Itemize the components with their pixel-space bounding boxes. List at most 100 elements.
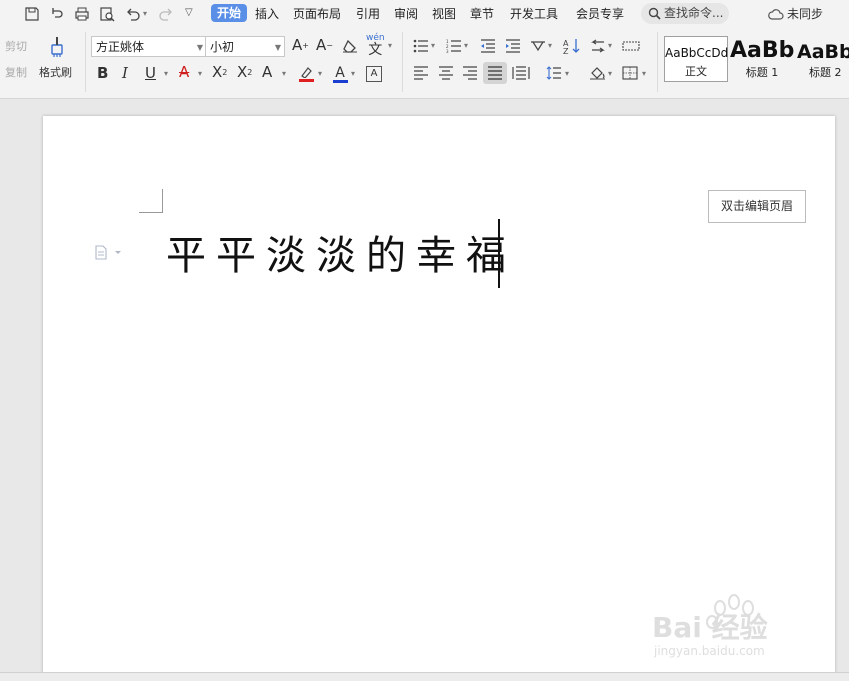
sync-status-label: 未同步 [787,7,824,21]
baidu-watermark: Bai 经验 jingyan.baidu.com [650,588,810,668]
font-color-dropdown-icon[interactable]: ▾ [351,70,355,78]
format-painter-icon[interactable] [45,34,69,60]
underline-dropdown-icon[interactable]: ▾ [164,70,168,78]
align-center-icon[interactable] [438,66,454,80]
command-search[interactable]: 查找命令... [641,3,729,24]
tab-page-layout[interactable]: 页面布局 [293,6,341,22]
style-normal-preview: AaBbCcDd [665,46,729,60]
group-separator [402,32,403,92]
subscript-icon[interactable]: X2 [237,65,252,80]
phonetic-guide-icon[interactable]: wén 文 [366,34,385,58]
font-size-value: 小初 [210,40,235,54]
bold-icon[interactable]: B [97,66,108,81]
undo-dropdown-icon[interactable]: ▾ [143,10,147,18]
redo-icon[interactable] [157,5,175,23]
print-icon[interactable] [73,5,91,23]
shading-dropdown-icon[interactable]: ▾ [608,70,612,78]
style-heading-2-name: 标题 2 [809,66,842,79]
tab-view[interactable]: 视图 [432,6,456,22]
superscript-icon[interactable]: X2 [212,65,227,80]
justify-icon[interactable] [483,62,507,84]
undo-history-icon[interactable] [48,5,66,23]
copy-button[interactable]: 复制 [5,66,27,80]
borders-icon[interactable] [622,66,638,80]
undo-icon[interactable] [124,5,142,23]
char-border-icon[interactable]: A [366,66,382,82]
tab-insert[interactable]: 插入 [255,6,279,22]
style-normal-name: 正文 [685,65,707,78]
group-separator [657,32,658,92]
align-right-icon[interactable] [462,66,478,80]
bullet-list-icon[interactable] [413,39,429,53]
show-marks-dropdown-icon[interactable]: ▾ [608,42,612,50]
shading-icon[interactable] [589,66,607,80]
strikethrough-dropdown-icon[interactable]: ▾ [198,70,202,78]
edit-header-hint[interactable]: 双击编辑页眉 [708,190,806,223]
cloud-icon [768,9,784,20]
document-body-text[interactable]: 平平淡淡的幸福 [166,228,516,284]
style-normal[interactable]: AaBbCcDd 正文 [664,36,728,82]
style-heading-1[interactable]: AaBb 标题 1 [730,36,794,82]
print-preview-icon[interactable] [98,5,116,23]
customize-toolbar-icon[interactable]: ▽ [185,8,193,18]
font-color-icon[interactable]: A [332,64,348,84]
sort-icon[interactable]: AZ [563,37,581,55]
tab-developer[interactable]: 开发工具 [510,6,558,22]
font-family-select[interactable]: 方正姚体 ▼ [91,36,207,57]
tab-review[interactable]: 审阅 [394,6,418,22]
clear-format-icon[interactable] [342,39,358,53]
sync-status[interactable]: 未同步 [768,6,823,22]
ribbon: 剪切 复制 格式刷 方正姚体 ▼ 小初 ▼ A + A − wén 文 ▾ B I U ▾… [0,28,849,99]
text-effect-dropdown-icon[interactable]: ▾ [282,70,286,78]
line-spacing-icon[interactable] [546,66,562,80]
command-search-label: 查找命令... [664,6,724,20]
font-size-select[interactable]: 小初 ▼ [205,36,285,57]
shrink-font-icon[interactable]: A − [316,38,333,53]
grow-font-icon[interactable]: A + [292,38,309,53]
highlight-icon[interactable] [298,64,314,84]
tab-member[interactable]: 会员专享 [576,6,624,22]
strikethrough-icon[interactable]: A [179,65,189,80]
tab-references[interactable]: 引用 [356,6,380,22]
underline-icon[interactable]: U [145,66,156,81]
menu-bar: ▾ ▽ 开始 插入 页面布局 引用 审阅 视图 章节 开发工具 会员专享 查找命… [0,0,849,28]
chevron-down-icon: ▼ [196,43,203,52]
decrease-indent-icon[interactable] [480,39,496,53]
watermark-brand: Bai 经验 [652,611,768,644]
margin-corner-mark [139,189,163,213]
distribute-icon[interactable] [512,66,530,80]
highlight-dropdown-icon[interactable]: ▾ [318,70,322,78]
tab-chapter[interactable]: 章节 [470,6,494,22]
svg-text:3: 3 [446,49,449,53]
italic-icon[interactable]: I [122,66,128,81]
paragraph-layout-icon[interactable] [95,245,123,265]
text-effect-icon[interactable]: A [262,65,272,80]
save-icon[interactable] [23,5,41,23]
font-family-value: 方正姚体 [96,40,145,54]
cut-button[interactable]: 剪切 [5,40,27,54]
chevron-down-icon: ▼ [274,43,281,52]
increase-indent-icon[interactable] [505,39,521,53]
numbered-list-icon[interactable]: 123 [446,39,462,53]
text-cursor [498,219,500,288]
style-heading-1-preview: AaBb [730,38,795,63]
format-painter-label[interactable]: 格式刷 [39,66,72,80]
style-heading-2[interactable]: AaBb 标题 2 [796,36,849,82]
text-direction-icon[interactable] [530,39,546,53]
line-spacing-dropdown-icon[interactable]: ▾ [565,70,569,78]
table-grid-icon[interactable] [622,39,640,53]
search-icon [648,7,661,20]
group-separator [85,32,86,92]
svg-text:Z: Z [563,47,569,55]
show-marks-icon[interactable] [590,39,606,53]
tab-home[interactable]: 开始 [211,4,248,22]
align-left-icon[interactable] [413,66,429,80]
borders-dropdown-icon[interactable]: ▾ [642,70,646,78]
style-heading-1-name: 标题 1 [745,66,779,79]
watermark-url: jingyan.baidu.com [654,644,765,658]
numbered-list-dropdown-icon[interactable]: ▾ [464,42,468,50]
text-direction-dropdown-icon[interactable]: ▾ [548,42,552,50]
bullet-list-dropdown-icon[interactable]: ▾ [431,42,435,50]
style-heading-2-preview: AaBb [797,41,849,63]
phonetic-dropdown-icon[interactable]: ▾ [388,42,392,50]
